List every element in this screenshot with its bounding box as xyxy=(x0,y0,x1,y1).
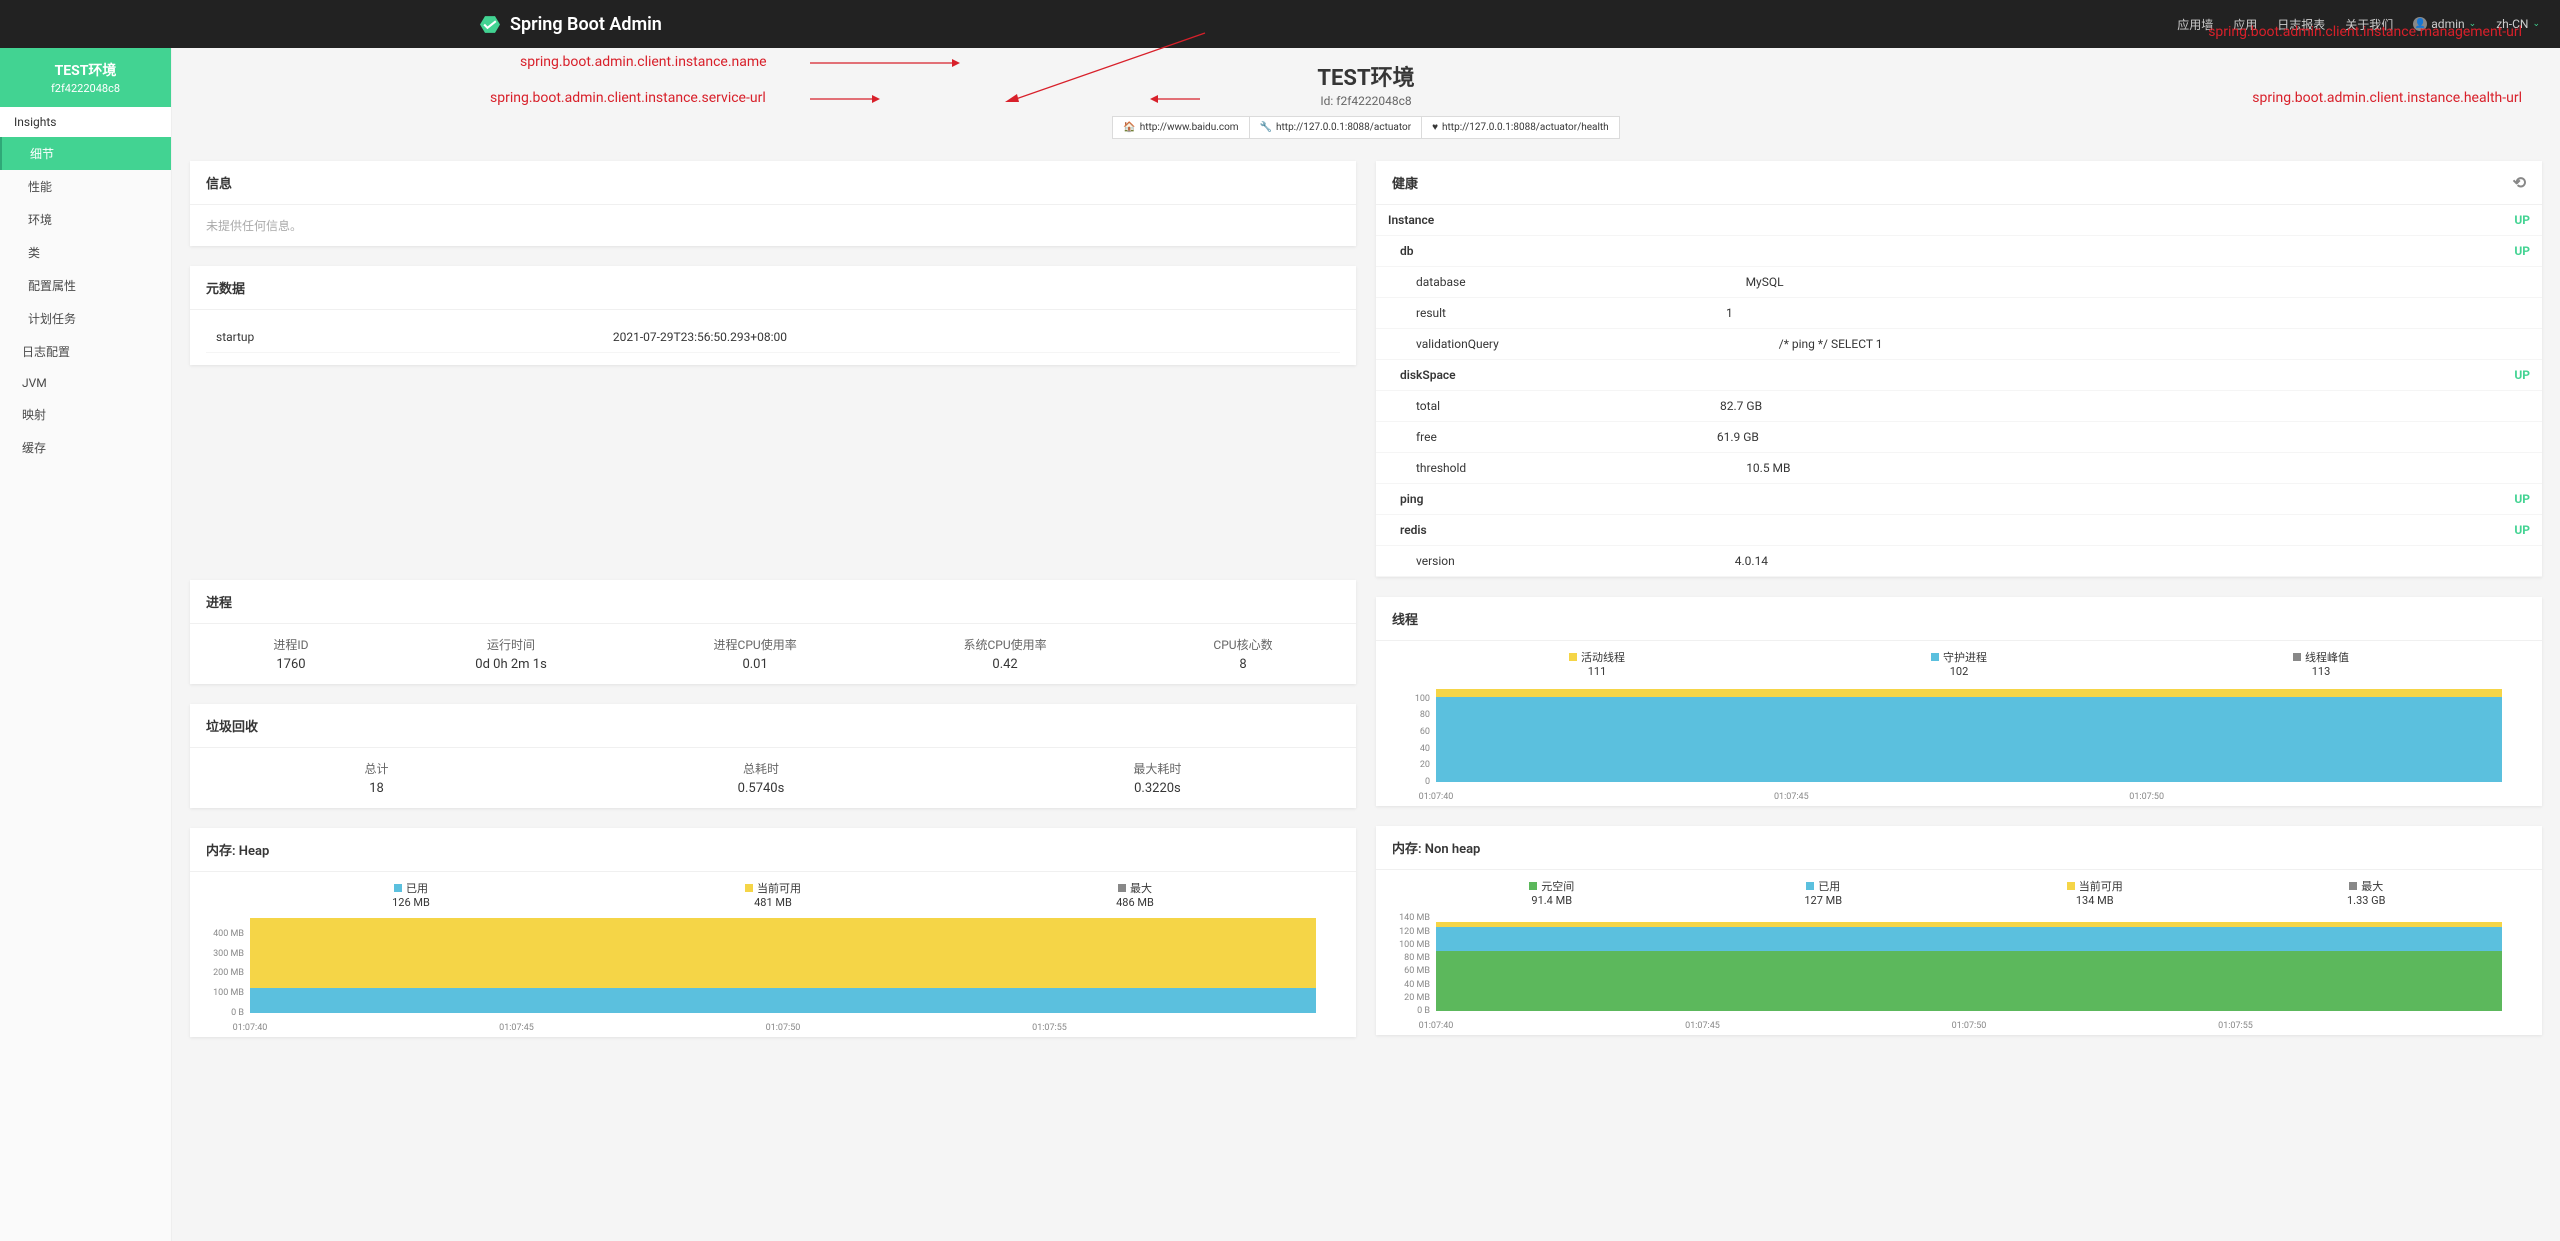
info-title: 信息 xyxy=(190,161,1356,205)
lang-label: zh-CN xyxy=(2496,17,2528,31)
sidebar-item-metrics[interactable]: 性能 xyxy=(0,170,171,203)
page-id: Id: f2f4222048c8 xyxy=(190,94,2542,108)
page-title: TEST环境 xyxy=(190,60,2542,92)
heap-card: 内存: Heap 已用126 MB当前可用481 MB最大486 MB 0 B1… xyxy=(190,828,1356,1037)
table-row: startup 2021-07-29T23:56:50.293+08:00 xyxy=(206,322,1340,353)
health-title: 健康 xyxy=(1392,173,1418,192)
health-url-link[interactable]: ♥http://127.0.0.1:8088/actuator/health xyxy=(1422,116,1620,139)
health-detail: databaseMySQL xyxy=(1376,267,2542,298)
health-detail: threshold10.5 MB xyxy=(1376,453,2542,484)
nonheap-card: 内存: Non heap 元空间91.4 MB已用127 MB当前可用134 M… xyxy=(1376,826,2542,1035)
user-dropdown[interactable]: 👤 admin ⌄ xyxy=(2413,17,2476,31)
threads-card: 线程 活动线程111守护进程102线程峰值113 02040608010001:… xyxy=(1376,597,2542,806)
health-row[interactable]: redisUP xyxy=(1376,515,2542,546)
health-detail: result1 xyxy=(1376,298,2542,329)
url-links: 🏠http://www.baidu.com 🔧http://127.0.0.1:… xyxy=(190,116,2542,139)
chevron-down-icon: ⌄ xyxy=(2532,19,2540,29)
heap-chart: 0 B100 MB200 MB300 MB400 MB01:07:4001:07… xyxy=(190,917,1356,1037)
health-detail: validationQuery/* ping */ SELECT 1 xyxy=(1376,329,2542,360)
health-row[interactable]: diskSpaceUP xyxy=(1376,360,2542,391)
gc-card: 垃圾回收 总计18总耗时0.5740s最大耗时0.3220s xyxy=(190,704,1356,808)
metadata-title: 元数据 xyxy=(190,266,1356,310)
nav-journal[interactable]: 日志报表 xyxy=(2277,16,2325,33)
nav-wallboard[interactable]: 应用墙 xyxy=(2177,16,2213,33)
page-head: TEST环境 Id: f2f4222048c8 🏠http://www.baid… xyxy=(190,48,2542,149)
sidebar-item-environment[interactable]: 环境 xyxy=(0,203,171,236)
brand[interactable]: Spring Boot Admin xyxy=(480,14,662,35)
gc-title: 垃圾回收 xyxy=(190,704,1356,748)
heart-icon: ♥ xyxy=(1432,122,1438,133)
sidebar-item-jvm[interactable]: JVM xyxy=(0,368,171,398)
sidebar-item-config-props[interactable]: 配置属性 xyxy=(0,269,171,302)
health-row[interactable]: InstanceUP xyxy=(1376,205,2542,236)
gc-stats: 总计18总耗时0.5740s最大耗时0.3220s xyxy=(190,748,1356,808)
info-empty: 未提供任何信息。 xyxy=(206,219,302,233)
health-detail: version4.0.14 xyxy=(1376,546,2542,577)
threads-title: 线程 xyxy=(1376,597,2542,641)
threads-legend: 活动线程111守护进程102线程峰值113 xyxy=(1376,641,2542,686)
management-url-link[interactable]: 🔧http://127.0.0.1:8088/actuator xyxy=(1250,116,1423,139)
sidebar: TEST环境 f2f4222048c8 Insights 细节 性能 环境 类 … xyxy=(0,48,172,1241)
process-card: 进程 进程ID1760运行时间0d 0h 2m 1s进程CPU使用率0.01系统… xyxy=(190,580,1356,684)
process-stats: 进程ID1760运行时间0d 0h 2m 1s进程CPU使用率0.01系统CPU… xyxy=(190,624,1356,684)
user-name: admin xyxy=(2431,17,2464,31)
nonheap-legend: 元空间91.4 MB已用127 MB当前可用134 MB最大1.33 GB xyxy=(1376,870,2542,915)
sidebar-item-details[interactable]: 细节 xyxy=(0,137,171,170)
sidebar-item-scheduled[interactable]: 计划任务 xyxy=(0,302,171,335)
sidebar-item-cache[interactable]: 缓存 xyxy=(0,431,171,464)
health-card: 健康 ⟲ InstanceUPdbUPdatabaseMySQLresult1v… xyxy=(1376,161,2542,577)
sidebar-item-beans[interactable]: 类 xyxy=(0,236,171,269)
process-title: 进程 xyxy=(190,580,1356,624)
service-url-link[interactable]: 🏠http://www.baidu.com xyxy=(1112,116,1249,139)
nav-applications[interactable]: 应用 xyxy=(2233,16,2257,33)
wrench-icon: 🔧 xyxy=(1260,122,1272,133)
info-card: 信息 未提供任何信息。 xyxy=(190,161,1356,246)
health-detail: free61.9 GB xyxy=(1376,422,2542,453)
health-body: InstanceUPdbUPdatabaseMySQLresult1valida… xyxy=(1376,205,2542,577)
metadata-table: startup 2021-07-29T23:56:50.293+08:00 xyxy=(206,322,1340,353)
nav-about[interactable]: 关于我们 xyxy=(2345,16,2393,33)
brand-icon xyxy=(480,16,500,33)
nonheap-title: 内存: Non heap xyxy=(1376,826,2542,870)
health-row[interactable]: dbUP xyxy=(1376,236,2542,267)
sidebar-app-name: TEST环境 xyxy=(6,60,165,80)
nonheap-chart: 0 B20 MB40 MB60 MB80 MB100 MB120 MB140 M… xyxy=(1376,915,2542,1035)
health-row[interactable]: pingUP xyxy=(1376,484,2542,515)
brand-text: Spring Boot Admin xyxy=(510,14,662,35)
sidebar-item-logging[interactable]: 日志配置 xyxy=(0,335,171,368)
metadata-card: 元数据 startup 2021-07-29T23:56:50.293+08:0… xyxy=(190,266,1356,365)
sidebar-item-mappings[interactable]: 映射 xyxy=(0,398,171,431)
home-icon: 🏠 xyxy=(1123,122,1135,133)
user-icon: 👤 xyxy=(2413,17,2427,31)
chevron-down-icon: ⌄ xyxy=(2469,19,2477,29)
health-detail: total82.7 GB xyxy=(1376,391,2542,422)
topbar: Spring Boot Admin 应用墙 应用 日志报表 关于我们 👤 adm… xyxy=(0,0,2560,48)
heap-title: 内存: Heap xyxy=(190,828,1356,872)
lang-dropdown[interactable]: zh-CN ⌄ xyxy=(2496,17,2540,31)
sidebar-app-id: f2f4222048c8 xyxy=(6,82,165,95)
refresh-icon[interactable]: ⟲ xyxy=(2513,173,2526,192)
topnav: 应用墙 应用 日志报表 关于我们 👤 admin ⌄ zh-CN ⌄ xyxy=(2177,16,2540,33)
sidebar-section-insights[interactable]: Insights xyxy=(0,107,171,137)
heap-legend: 已用126 MB当前可用481 MB最大486 MB xyxy=(190,872,1356,917)
threads-chart: 02040608010001:07:4001:07:4501:07:50 xyxy=(1376,686,2542,806)
content: TEST环境 Id: f2f4222048c8 🏠http://www.baid… xyxy=(172,48,2560,1241)
sidebar-app-header[interactable]: TEST环境 f2f4222048c8 xyxy=(0,48,171,107)
